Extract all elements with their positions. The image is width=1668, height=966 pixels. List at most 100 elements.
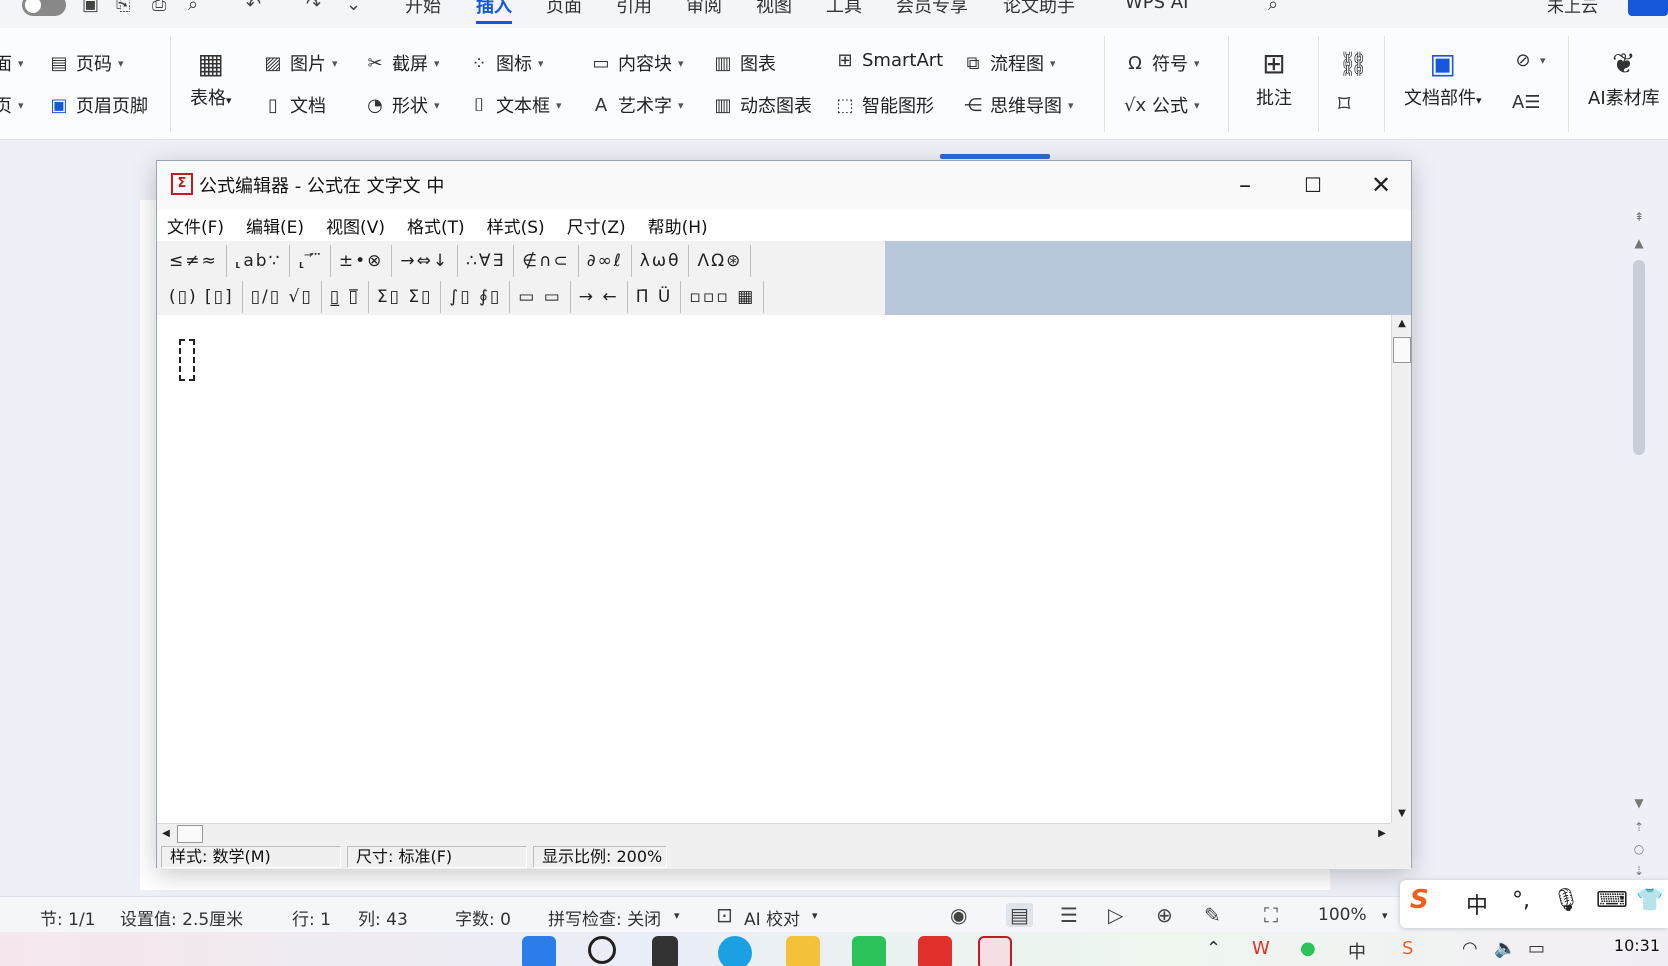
punctuation-icon[interactable]: °,: [1512, 888, 1530, 913]
tab-thesis[interactable]: 论文助手: [1003, 0, 1075, 18]
minimize-button[interactable]: –: [1215, 165, 1275, 205]
start-menu-icon[interactable]: [522, 936, 556, 966]
sogou-tray-icon[interactable]: S: [1402, 938, 1413, 959]
select-browse-icon[interactable]: ○: [1632, 842, 1646, 856]
play-icon[interactable]: ▷: [1108, 903, 1123, 927]
misc-symbols-palette[interactable]: ∂∞ℓ: [579, 245, 632, 277]
equation-horizontal-scrollbar[interactable]: ◀ ▶: [157, 823, 1393, 843]
edge-browser-icon[interactable]: [718, 936, 752, 966]
equation-editor-task-icon[interactable]: [978, 936, 1012, 966]
tab-references[interactable]: 引用: [616, 0, 652, 18]
menu-size[interactable]: 尺寸(Z): [567, 213, 626, 238]
underbar-overbar-palette[interactable]: ▭ ▭: [510, 281, 571, 313]
ime-tray-icon[interactable]: 中: [1348, 938, 1366, 964]
sogou-logo-icon[interactable]: S: [1410, 885, 1429, 915]
menu-help[interactable]: 帮助(H): [648, 213, 708, 238]
art-text-button[interactable]: A 艺术字 ▾: [590, 92, 684, 118]
equation-vertical-scrollbar[interactable]: ▲ ▼: [1391, 315, 1411, 823]
menu-format[interactable]: 格式(T): [407, 213, 465, 238]
undo-icon[interactable]: ↶: [246, 0, 261, 15]
flowchart-button[interactable]: ⧉ 流程图 ▾: [962, 50, 1056, 76]
logical-symbols-palette[interactable]: ∴∀∃: [458, 245, 515, 277]
labeled-arrow-palette[interactable]: → ←: [571, 281, 628, 313]
prev-page-icon[interactable]: ⇡: [1632, 820, 1646, 834]
search-icon[interactable]: ⌕: [1268, 0, 1278, 15]
textbox-button[interactable]: ⌷ 文本框 ▾: [468, 92, 562, 118]
greek-uppercase-palette[interactable]: ΛΩ⊛: [689, 245, 752, 277]
file-explorer-icon[interactable]: [786, 936, 820, 966]
scroll-up-icon[interactable]: ▲: [1632, 236, 1646, 250]
scroll-thumb[interactable]: [1633, 260, 1645, 455]
keyboard-icon[interactable]: ⌨: [1596, 888, 1628, 913]
hyperlink-button[interactable]: ⛓: [1338, 44, 1368, 84]
more-icon[interactable]: ⌄: [346, 0, 361, 15]
next-page-icon[interactable]: ⇣: [1632, 864, 1646, 878]
status-row[interactable]: 行: 1: [292, 905, 331, 930]
greek-lowercase-palette[interactable]: λωθ: [632, 245, 690, 277]
status-ai-proof[interactable]: AI 校对: [744, 905, 800, 930]
menu-style[interactable]: 样式(S): [487, 213, 545, 238]
title-bar[interactable]: Σ 公式编辑器 - 公式在 文字文 中 – ☐ ✕: [157, 161, 1411, 209]
fraction-radical-palette[interactable]: ▯/▯ √▯: [243, 281, 322, 313]
status-section[interactable]: 节: 1/1: [40, 905, 96, 930]
menu-edit[interactable]: 编辑(E): [246, 213, 304, 238]
system-clock[interactable]: 10:31: [1614, 936, 1660, 955]
spellcheck-dropdown-icon[interactable]: ▾: [674, 909, 680, 922]
table-button[interactable]: ▦ 表格▾: [190, 44, 232, 110]
tab-insert[interactable]: 插入: [476, 0, 512, 24]
status-col[interactable]: 列: 43: [358, 905, 408, 930]
spaces-ellipses-palette[interactable]: ⸤ab∵: [227, 245, 291, 277]
close-button[interactable]: ✕: [1351, 165, 1411, 205]
volume-icon[interactable]: 🔈: [1494, 938, 1516, 959]
fence-templates-palette[interactable]: (▯) [▯]: [161, 281, 243, 313]
zoom-dropdown-icon[interactable]: ▾: [1382, 909, 1388, 922]
attachment-button[interactable]: ⊘ ▾: [1512, 50, 1545, 71]
redo-icon[interactable]: ↷: [306, 0, 321, 15]
bookmark-button[interactable]: ⌑: [1338, 84, 1350, 124]
symbol-button[interactable]: Ω 符号 ▾: [1124, 50, 1199, 76]
subscript-superscript-palette[interactable]: ▯̲ ▯̅: [322, 281, 369, 313]
microphone-icon[interactable]: 🎙: [1552, 888, 1580, 913]
document-button[interactable]: ▯ 文档: [262, 92, 326, 118]
scroll-left-arrow-icon[interactable]: ◀: [157, 824, 175, 844]
tab-home[interactable]: 开始: [405, 0, 441, 18]
edit-pen-icon[interactable]: ✎: [1204, 903, 1221, 927]
text-layout-button[interactable]: A☰: [1512, 92, 1540, 113]
save-icon[interactable]: ▣: [82, 0, 99, 15]
matrix-palette[interactable]: ▫▫▫ ▦: [681, 281, 765, 313]
cover-button[interactable]: 面 ▾: [0, 50, 24, 76]
picture-button[interactable]: ▨ 图片 ▾: [262, 50, 337, 76]
shapes-button[interactable]: ◔ 形状 ▾: [364, 92, 439, 118]
mindmap-button[interactable]: ⋲ 思维导图 ▾: [962, 92, 1074, 118]
task-view-icon[interactable]: [652, 936, 678, 966]
menu-view[interactable]: 视图(V): [326, 213, 385, 238]
ime-language-toggle[interactable]: 中: [1466, 888, 1488, 920]
doc-parts-button[interactable]: ▣ 文档部件▾: [1404, 44, 1482, 110]
scroll-down-icon[interactable]: ▼: [1632, 796, 1646, 810]
chart-button[interactable]: ▥ 图表: [712, 50, 776, 76]
products-set-palette[interactable]: Π̄ Ü: [628, 281, 682, 313]
ai-material-button[interactable]: ❦ AI素材库: [1588, 44, 1660, 110]
battery-icon[interactable]: ▭: [1528, 938, 1545, 959]
share-button[interactable]: [1628, 0, 1668, 16]
status-spellcheck[interactable]: 拼写检查: 关闭: [548, 905, 661, 930]
summation-palette[interactable]: Σ▯ Σ▯: [369, 281, 442, 313]
tab-tools[interactable]: 工具: [826, 0, 862, 18]
outline-view-icon[interactable]: ☰: [1060, 903, 1078, 927]
tab-page[interactable]: 页面: [546, 0, 582, 18]
wechat-tray-icon[interactable]: ●: [1300, 938, 1316, 959]
status-zoom-level[interactable]: 100%: [1318, 905, 1367, 925]
header-footer-button[interactable]: ▣ 页眉页脚: [48, 92, 148, 118]
dynamic-chart-button[interactable]: ▥ 动态图表: [712, 92, 812, 118]
wps-tray-icon[interactable]: W: [1252, 938, 1270, 959]
wifi-icon[interactable]: ◠: [1462, 938, 1478, 959]
print-icon[interactable]: ⎙: [152, 0, 166, 15]
icons-button[interactable]: ⁘ 图标 ▾: [468, 50, 543, 76]
integral-palette[interactable]: ∫▯ ∮▯: [441, 281, 511, 313]
skin-icon[interactable]: 👕: [1636, 888, 1663, 913]
smartart-button[interactable]: ⊞ SmartArt: [834, 50, 943, 71]
content-block-button[interactable]: ▭ 内容块 ▾: [590, 50, 683, 76]
tab-member[interactable]: 会员专享: [896, 0, 968, 18]
eye-icon[interactable]: ◉: [950, 903, 967, 927]
wps-icon[interactable]: [918, 936, 952, 966]
